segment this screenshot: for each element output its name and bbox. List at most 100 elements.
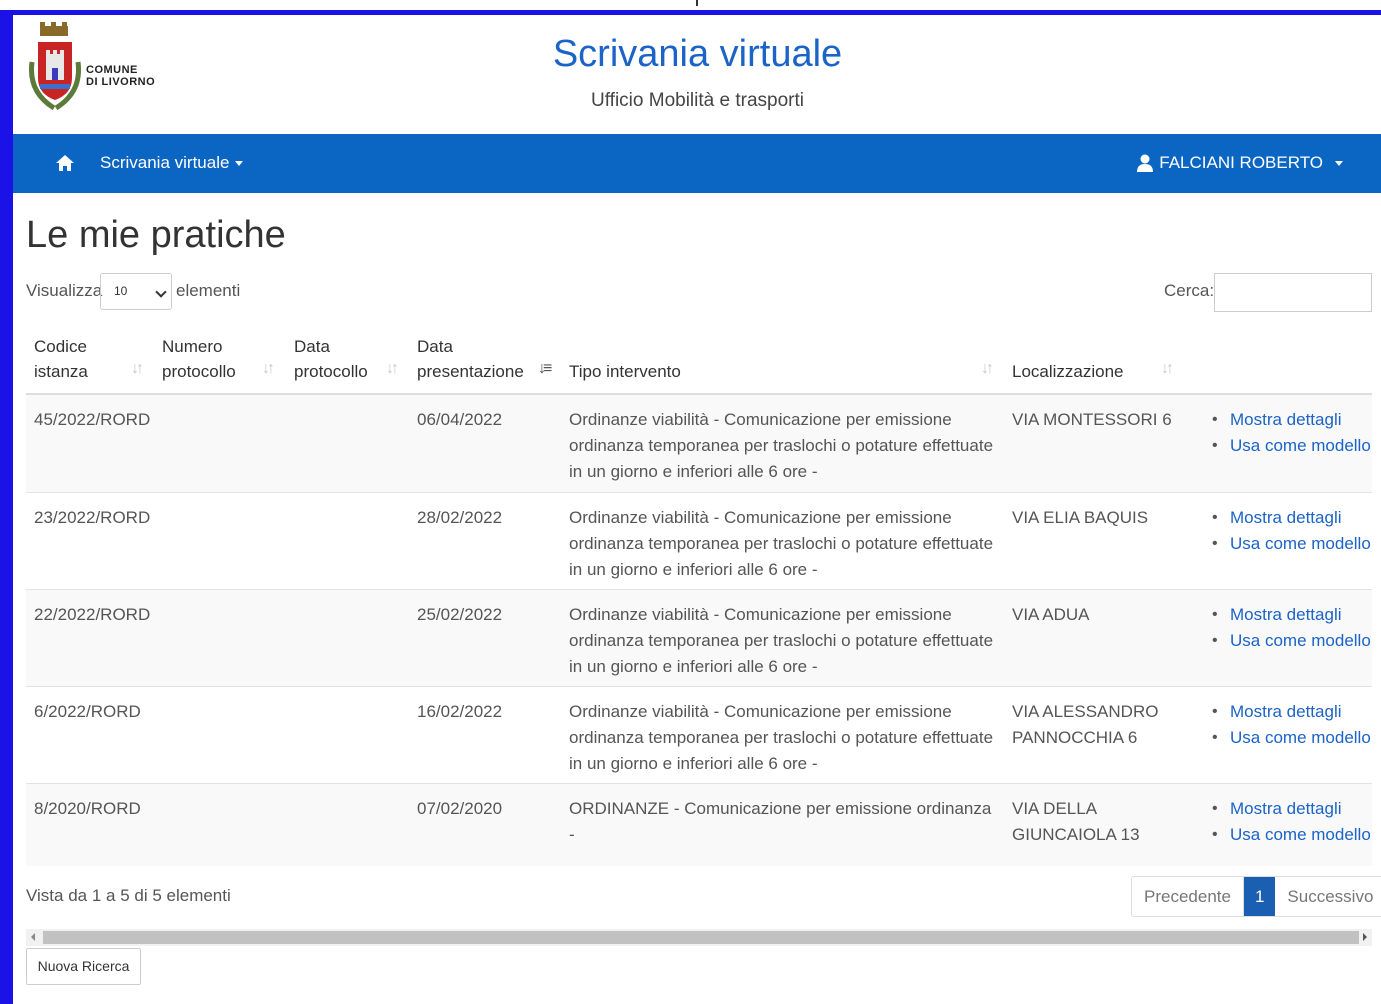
cell-actions: Mostra dettagli Usa come modello	[1212, 505, 1371, 557]
page-length-value: 10	[114, 284, 128, 298]
horizontal-scrollbar[interactable]	[26, 929, 1372, 946]
list-item: Mostra dettagli	[1212, 505, 1371, 531]
mostra-dettagli-link[interactable]: Mostra dettagli	[1230, 508, 1342, 527]
cell-codice: 23/2022/RORD	[34, 508, 151, 527]
list-item: Usa come modello	[1212, 531, 1371, 557]
cell-data-presentazione: 06/04/2022	[417, 410, 503, 429]
cell-data-presentazione: 25/02/2022	[417, 605, 503, 624]
page-1-button[interactable]: 1	[1243, 877, 1276, 916]
table-row: 8/2020/RORD 07/02/2020 ORDINANZE - Comun…	[26, 784, 1372, 866]
window-frame-left	[0, 10, 13, 1004]
user-dropdown[interactable]: FALCIANI ROBERTO	[1137, 153, 1343, 173]
cell-tipo-intervento: Ordinanze viabilità - Comunicazione per …	[569, 508, 994, 579]
col-header-codice-l2: istanza	[34, 362, 88, 381]
col-header-localizzazione-l2: Localizzazione	[1012, 362, 1124, 381]
col-header-tipo-l2: Tipo intervento	[569, 362, 681, 381]
cell-codice: 22/2022/RORD	[34, 605, 151, 624]
usa-come-modello-link[interactable]: Usa come modello	[1230, 436, 1371, 455]
mostra-dettagli-link[interactable]: Mostra dettagli	[1230, 605, 1342, 624]
col-header-tipo-l1	[569, 334, 681, 359]
cell-tipo-intervento: Ordinanze viabilità - Comunicazione per …	[569, 410, 994, 481]
cell-data-presentazione: 07/02/2020	[417, 799, 503, 818]
site-title: Scrivania virtuale	[552, 33, 843, 75]
col-header-data-presentazione-l2: presentazione	[417, 362, 524, 381]
cursor-marker	[696, 0, 698, 6]
list-item: Usa come modello	[1212, 628, 1371, 654]
col-header-localizzazione[interactable]: Localizzazione	[1012, 334, 1124, 384]
list-item: Mostra dettagli	[1212, 407, 1371, 433]
sort-icon[interactable]: ↓↑	[1161, 360, 1174, 378]
cell-actions: Mostra dettagli Usa come modello	[1212, 796, 1371, 848]
table-row: 45/2022/RORD 06/04/2022 Ordinanze viabil…	[26, 395, 1372, 493]
chevron-down-icon	[1335, 160, 1343, 166]
chevron-down-icon	[235, 161, 244, 167]
cell-tipo-intervento: Ordinanze viabilità - Comunicazione per …	[569, 605, 994, 676]
cell-localizzazione: VIA ELIA BAQUIS	[1012, 508, 1149, 527]
scroll-left-icon[interactable]	[31, 933, 35, 941]
user-icon	[1137, 154, 1154, 172]
col-header-codice[interactable]: Codice istanza	[34, 334, 88, 384]
table-info: Vista da 1 a 5 di 5 elementi	[26, 886, 231, 905]
next-page-button[interactable]: Successivo	[1275, 877, 1381, 916]
usa-come-modello-link[interactable]: Usa come modello	[1230, 825, 1371, 844]
col-header-data-presentazione[interactable]: Data presentazione	[417, 334, 524, 384]
col-header-data-protocollo-l2: protocollo	[294, 362, 368, 381]
chevron-down-icon	[155, 286, 167, 298]
col-header-tipo[interactable]: Tipo intervento	[569, 334, 681, 384]
list-item: Mostra dettagli	[1212, 699, 1371, 725]
sort-icon[interactable]: ↓↑	[131, 360, 144, 378]
sort-icon[interactable]: ↓↑	[386, 360, 399, 378]
sort-icon[interactable]: ↓↑	[981, 360, 994, 378]
sort-icon[interactable]: ↓↑	[262, 360, 275, 378]
cell-actions: Mostra dettagli Usa come modello	[1212, 602, 1371, 654]
scroll-right-icon[interactable]	[1363, 933, 1367, 941]
scrollbar-thumb[interactable]	[43, 931, 1359, 944]
col-header-data-protocollo[interactable]: Data protocollo	[294, 334, 368, 384]
list-item: Mostra dettagli	[1212, 796, 1371, 822]
cell-codice: 45/2022/RORD	[34, 410, 151, 429]
cell-tipo-intervento: ORDINANZE - Comunicazione per emissione …	[569, 799, 992, 844]
cell-localizzazione: VIA ADUA	[1012, 605, 1090, 624]
col-header-numero-l2: protocollo	[162, 362, 236, 381]
cell-localizzazione: VIA ALESSANDRO PANNOCCHIA 6	[1012, 702, 1159, 747]
search-label: Cerca:	[1164, 281, 1215, 300]
table-row: 23/2022/RORD 28/02/2022 Ordinanze viabil…	[26, 493, 1372, 590]
table-row: 6/2022/RORD 16/02/2022 Ordinanze viabili…	[26, 687, 1372, 784]
window-frame-top	[0, 10, 1381, 15]
sort-desc-icon[interactable]: ↓≡	[538, 360, 552, 378]
site-subtitle: Ufficio Mobilità e trasporti	[591, 90, 804, 111]
cell-codice: 6/2022/RORD	[34, 702, 141, 721]
scrivania-dropdown[interactable]: Scrivania virtuale	[100, 153, 244, 173]
list-item: Usa come modello	[1212, 725, 1371, 751]
cell-tipo-intervento: Ordinanze viabilità - Comunicazione per …	[569, 702, 994, 773]
scrivania-dropdown-label: Scrivania virtuale	[100, 153, 230, 172]
col-header-localizzazione-l1	[1012, 334, 1124, 359]
col-header-numero-l1: Numero	[162, 337, 223, 356]
col-header-data-presentazione-l1: Data	[417, 337, 453, 356]
length-suffix: elementi	[176, 281, 241, 300]
cell-actions: Mostra dettagli Usa come modello	[1212, 407, 1371, 459]
usa-come-modello-link[interactable]: Usa come modello	[1230, 534, 1371, 553]
usa-come-modello-link[interactable]: Usa come modello	[1230, 728, 1371, 747]
cell-data-presentazione: 16/02/2022	[417, 702, 503, 721]
page-title: Le mie pratiche	[26, 214, 286, 256]
mostra-dettagli-link[interactable]: Mostra dettagli	[1230, 410, 1342, 429]
main-navbar: Scrivania virtuale FALCIANI ROBERTO	[13, 134, 1381, 193]
table-row: 22/2022/RORD 25/02/2022 Ordinanze viabil…	[26, 590, 1372, 687]
mostra-dettagli-link[interactable]: Mostra dettagli	[1230, 799, 1342, 818]
cell-codice: 8/2020/RORD	[34, 799, 141, 818]
col-header-codice-l1: Codice	[34, 337, 87, 356]
mostra-dettagli-link[interactable]: Mostra dettagli	[1230, 702, 1342, 721]
search-input[interactable]	[1214, 273, 1372, 312]
col-header-data-protocollo-l1: Data	[294, 337, 330, 356]
cell-actions: Mostra dettagli Usa come modello	[1212, 699, 1371, 751]
new-search-button[interactable]: Nuova Ricerca	[26, 948, 141, 985]
usa-come-modello-link[interactable]: Usa come modello	[1230, 631, 1371, 650]
previous-page-button[interactable]: Precedente	[1132, 877, 1244, 916]
page-length-select[interactable]: 10	[100, 273, 172, 310]
user-name: FALCIANI ROBERTO	[1159, 153, 1323, 172]
col-header-numero[interactable]: Numero protocollo	[162, 334, 236, 384]
cell-localizzazione: VIA MONTESSORI 6	[1012, 410, 1172, 429]
home-icon[interactable]	[55, 154, 75, 172]
logo-line2: DI LIVORNO	[86, 76, 156, 88]
